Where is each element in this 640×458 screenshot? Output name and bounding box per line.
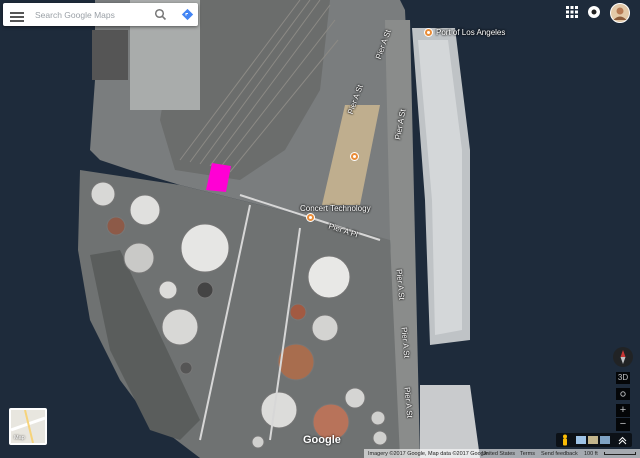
expand-up-icon[interactable] [618,436,627,445]
label-port-of-los-angeles[interactable]: Port of Los Angeles [436,28,505,37]
location-button[interactable] [616,388,630,400]
map-layer-label: Map [14,435,25,441]
poi-marker-port[interactable] [424,28,433,37]
location-icon [620,391,626,397]
terms-link[interactable]: Terms [520,451,535,457]
scale-bar [604,452,636,455]
country-label[interactable]: United States [482,451,515,457]
zoom-in-button[interactable]: + [616,404,630,417]
zoom-out-button[interactable]: − [616,418,630,431]
compass-control[interactable] [613,347,633,367]
pegman-icon[interactable] [560,434,570,446]
scale-label[interactable]: 100 ft [584,451,598,457]
search-box [3,3,198,26]
send-feedback-link[interactable]: Send feedback [541,451,578,457]
menu-icon[interactable] [10,10,24,24]
poi-marker-concert[interactable] [306,213,315,222]
label-concert-technology[interactable]: Concert Technology [300,204,371,213]
photo-thumb-3[interactable] [600,436,610,444]
google-logo: Google [303,434,341,446]
map-layer-toggle[interactable]: Map [9,408,47,445]
attribution-bar: Imagery ©2017 Google, Map data ©2017 Goo… [364,449,640,458]
satellite-map[interactable] [0,0,640,458]
photo-thumb-1[interactable] [576,436,586,444]
avatar[interactable] [610,3,630,23]
directions-icon[interactable] [181,8,194,21]
search-input[interactable] [35,7,145,22]
compass-icon [620,350,626,364]
apps-grid-icon[interactable] [566,6,578,18]
imagery-attribution: Imagery ©2017 Google, Map data ©2017 Goo… [368,450,489,457]
3d-toggle-button[interactable]: 3D [616,372,630,384]
street-view-panel[interactable] [556,433,632,447]
notifications-icon[interactable] [587,5,601,19]
photo-thumb-2[interactable] [588,436,598,444]
search-icon[interactable] [154,8,167,21]
poi-marker-small[interactable] [350,152,359,161]
